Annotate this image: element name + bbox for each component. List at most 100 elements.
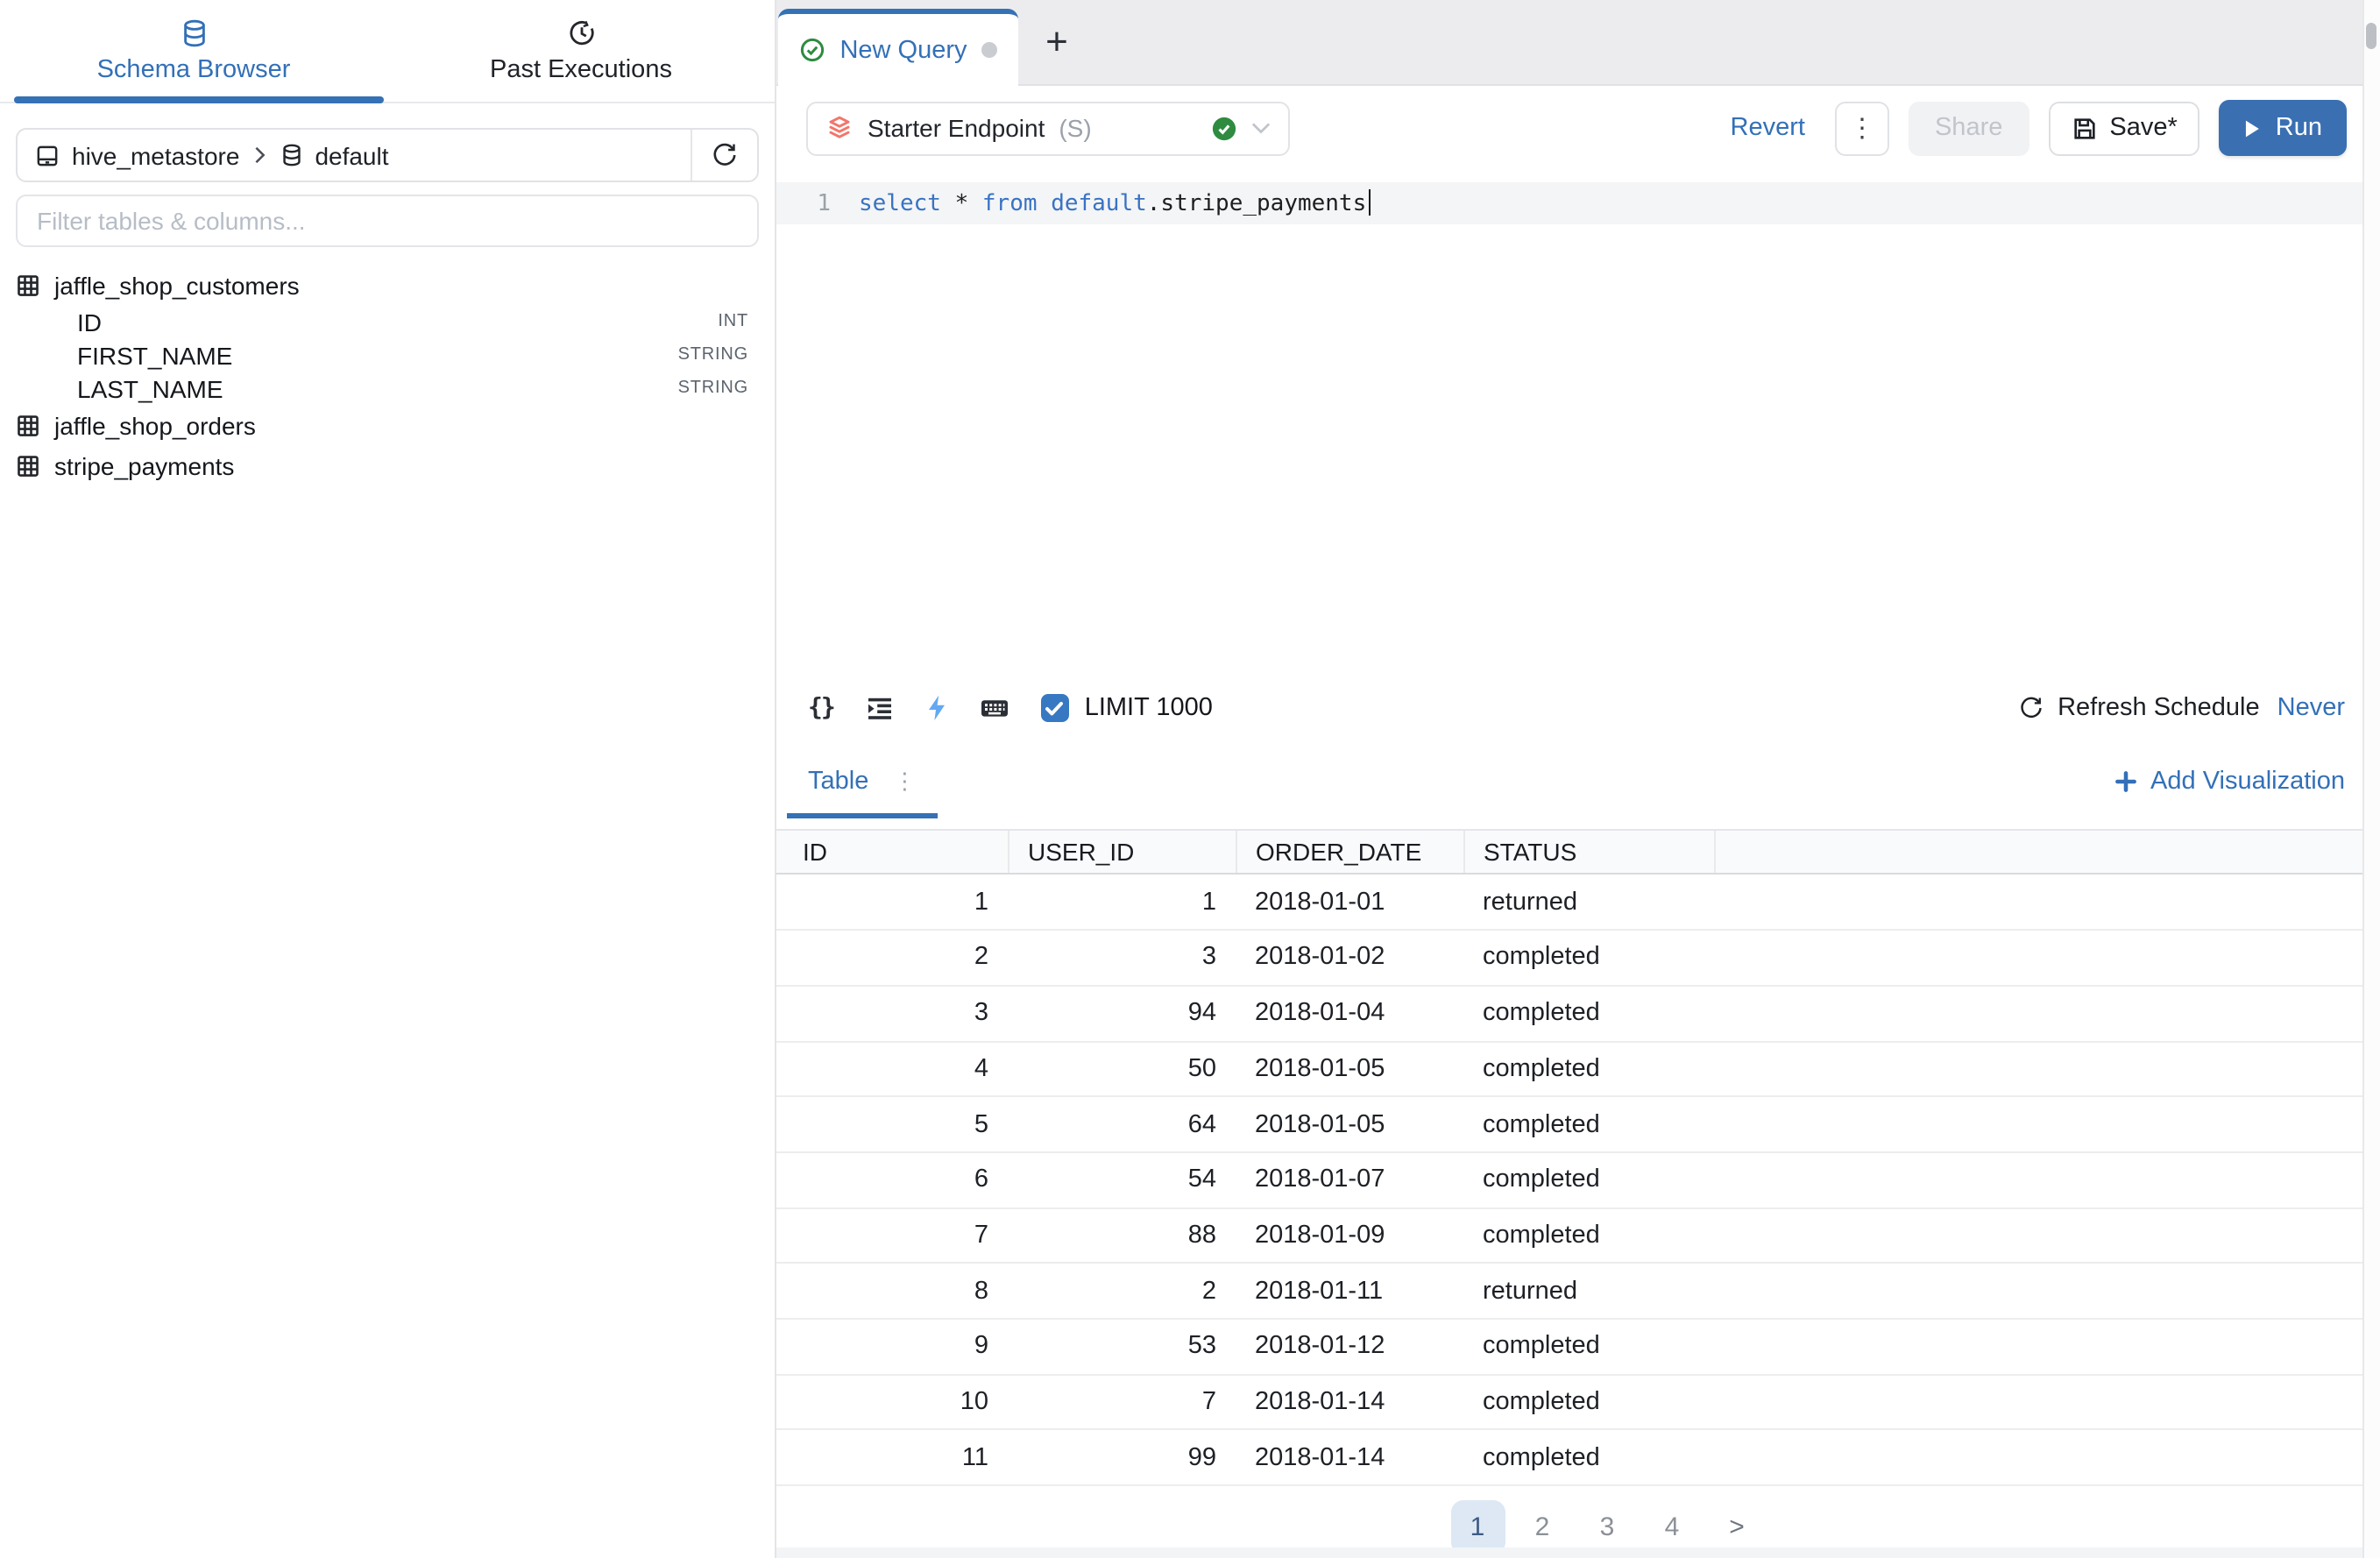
- table-cell: 2018-01-01: [1236, 875, 1463, 930]
- schema-table-row[interactable]: jaffle_shop_customers: [0, 265, 775, 305]
- play-icon: [2244, 118, 2262, 138]
- horizontal-scrollbar[interactable]: [776, 1547, 2362, 1558]
- refresh-schedule-label: Refresh Schedule: [2058, 695, 2260, 723]
- add-visualization-button[interactable]: Add Visualization: [2114, 768, 2345, 797]
- limit-toggle[interactable]: LIMIT 1000: [1041, 695, 1213, 723]
- scrollbar-thumb[interactable]: [2366, 23, 2376, 49]
- coral-stack-icon: [825, 114, 854, 142]
- table-row: 1072018-01-14completed: [776, 1374, 2362, 1429]
- results-table: IDUSER_IDORDER_DATESTATUS 112018-01-01re…: [776, 831, 2362, 1486]
- refresh-schedule-value[interactable]: Never: [2277, 695, 2345, 723]
- editor-footer: {}: [776, 683, 2362, 734]
- checkbox-checked-icon: [1041, 695, 1069, 723]
- save-label: Save*: [2109, 114, 2177, 142]
- column-header-id[interactable]: ID: [776, 831, 1008, 875]
- column-header-status[interactable]: STATUS: [1463, 831, 1714, 875]
- kebab-icon: ⋮: [1849, 112, 1875, 144]
- table-cell: 4: [776, 1041, 1008, 1096]
- run-button[interactable]: Run: [2220, 100, 2347, 156]
- table-cell: 2018-01-05: [1236, 1041, 1463, 1096]
- query-tab-new-query[interactable]: New Query: [778, 9, 1018, 86]
- revert-button[interactable]: Revert: [1731, 114, 1805, 142]
- column-header-order_date[interactable]: ORDER_DATE: [1236, 831, 1463, 875]
- keyboard-icon[interactable]: [980, 695, 1009, 723]
- schema-column-row[interactable]: FIRST_NAME STRING: [0, 338, 775, 372]
- database-icon: [180, 18, 208, 46]
- column-header-user_id[interactable]: USER_ID: [1008, 831, 1236, 875]
- check-circle-outline-icon: [799, 37, 825, 63]
- sidebar-tabs: Schema Browser Past Executions: [0, 0, 775, 103]
- share-button[interactable]: Share: [1909, 101, 2029, 155]
- table-cell-empty: [1714, 1041, 2362, 1096]
- table-cell: 2018-01-07: [1236, 1152, 1463, 1207]
- column-type: STRING: [678, 345, 748, 365]
- plus-icon: [2114, 770, 2138, 795]
- schema-column-row[interactable]: LAST_NAME STRING: [0, 372, 775, 405]
- sql-editor-app: Schema Browser Past Executions: [0, 0, 2380, 1558]
- sql-token: [1038, 191, 1052, 217]
- refresh-schema-button[interactable]: [691, 130, 757, 181]
- chevron-down-icon: [1251, 121, 1271, 135]
- column-type: STRING: [678, 379, 748, 398]
- results-tab-table[interactable]: Table ⋮: [787, 747, 937, 818]
- endpoint-size: (S): [1059, 114, 1091, 142]
- filter-tables-input[interactable]: [16, 195, 759, 247]
- table-cell: completed: [1463, 930, 1714, 985]
- add-visualization-label: Add Visualization: [2150, 768, 2345, 797]
- tab-past-executions[interactable]: Past Executions: [387, 0, 775, 102]
- endpoint-name: Starter Endpoint: [868, 114, 1045, 142]
- schema-column-row[interactable]: ID INT: [0, 305, 775, 338]
- main-panel: New Query + Starter Endpoint (S): [775, 0, 2362, 1558]
- sql-editor[interactable]: 1 select * from default.stripe_payments: [776, 170, 2362, 683]
- save-button[interactable]: Save*: [2048, 101, 2199, 155]
- breadcrumb-schema[interactable]: default: [315, 141, 388, 169]
- query-tabs-bar: New Query +: [776, 0, 2362, 86]
- table-name: stripe_payments: [54, 451, 234, 479]
- results-tab-menu[interactable]: ⋮: [893, 768, 916, 797]
- code-line: 1 select * from default.stripe_payments: [776, 182, 2362, 224]
- results-tab-bar: Table ⋮ Add Visualization: [776, 747, 2362, 818]
- table-cell: 1: [776, 875, 1008, 930]
- results-header-row: IDUSER_IDORDER_DATESTATUS: [776, 831, 2362, 875]
- table-row: 7882018-01-09completed: [776, 1207, 2362, 1263]
- endpoint-selector[interactable]: Starter Endpoint (S): [806, 101, 1290, 155]
- column-name: ID: [77, 308, 718, 336]
- breadcrumb: hive_metastore default: [18, 141, 407, 169]
- table-cell: completed: [1463, 1041, 1714, 1096]
- schema-tree: jaffle_shop_customers ID INT FIRST_NAME …: [0, 265, 775, 485]
- table-cell: 54: [1008, 1152, 1236, 1207]
- schema-table-row[interactable]: jaffle_shop_orders: [0, 405, 775, 445]
- table-row: 9532018-01-12completed: [776, 1319, 2362, 1374]
- table-cell: 2018-01-04: [1236, 986, 1463, 1041]
- schema-table-row[interactable]: stripe_payments: [0, 445, 775, 485]
- sql-token: *: [955, 191, 969, 217]
- breadcrumb-catalog[interactable]: hive_metastore: [72, 141, 239, 169]
- catalog-icon: [35, 143, 60, 167]
- vertical-scrollbar[interactable]: [2362, 0, 2380, 1558]
- page-button-3[interactable]: 3: [1580, 1499, 1634, 1554]
- toolbar-actions: Revert ⋮ Share Save* Run: [1731, 100, 2347, 156]
- table-cell: returned: [1463, 1264, 1714, 1319]
- lightning-icon[interactable]: [925, 695, 948, 723]
- tab-schema-browser[interactable]: Schema Browser: [0, 0, 387, 102]
- column-name: LAST_NAME: [77, 374, 678, 402]
- page-button-1[interactable]: 1: [1450, 1499, 1505, 1554]
- table-cell: 2: [1008, 1264, 1236, 1319]
- limit-label: LIMIT 1000: [1085, 695, 1213, 723]
- table-cell-empty: [1714, 986, 2362, 1041]
- next-page-button[interactable]: >: [1710, 1499, 1764, 1554]
- table-cell: 1: [1008, 875, 1236, 930]
- page-button-4[interactable]: 4: [1645, 1499, 1699, 1554]
- share-label: Share: [1935, 114, 2002, 142]
- results-table-wrap: IDUSER_IDORDER_DATESTATUS 112018-01-01re…: [776, 829, 2362, 1486]
- new-tab-button[interactable]: +: [1018, 0, 1095, 84]
- check-circle-filled-icon: [1211, 115, 1237, 141]
- table-cell: 2018-01-05: [1236, 1096, 1463, 1151]
- page-button-2[interactable]: 2: [1515, 1499, 1569, 1554]
- indent-icon[interactable]: [866, 695, 894, 723]
- column-name: FIRST_NAME: [77, 341, 678, 369]
- format-query-button[interactable]: {}: [808, 695, 834, 723]
- query-menu-button[interactable]: ⋮: [1835, 101, 1889, 155]
- table-cell-empty: [1714, 1319, 2362, 1374]
- table-row: 232018-01-02completed: [776, 930, 2362, 985]
